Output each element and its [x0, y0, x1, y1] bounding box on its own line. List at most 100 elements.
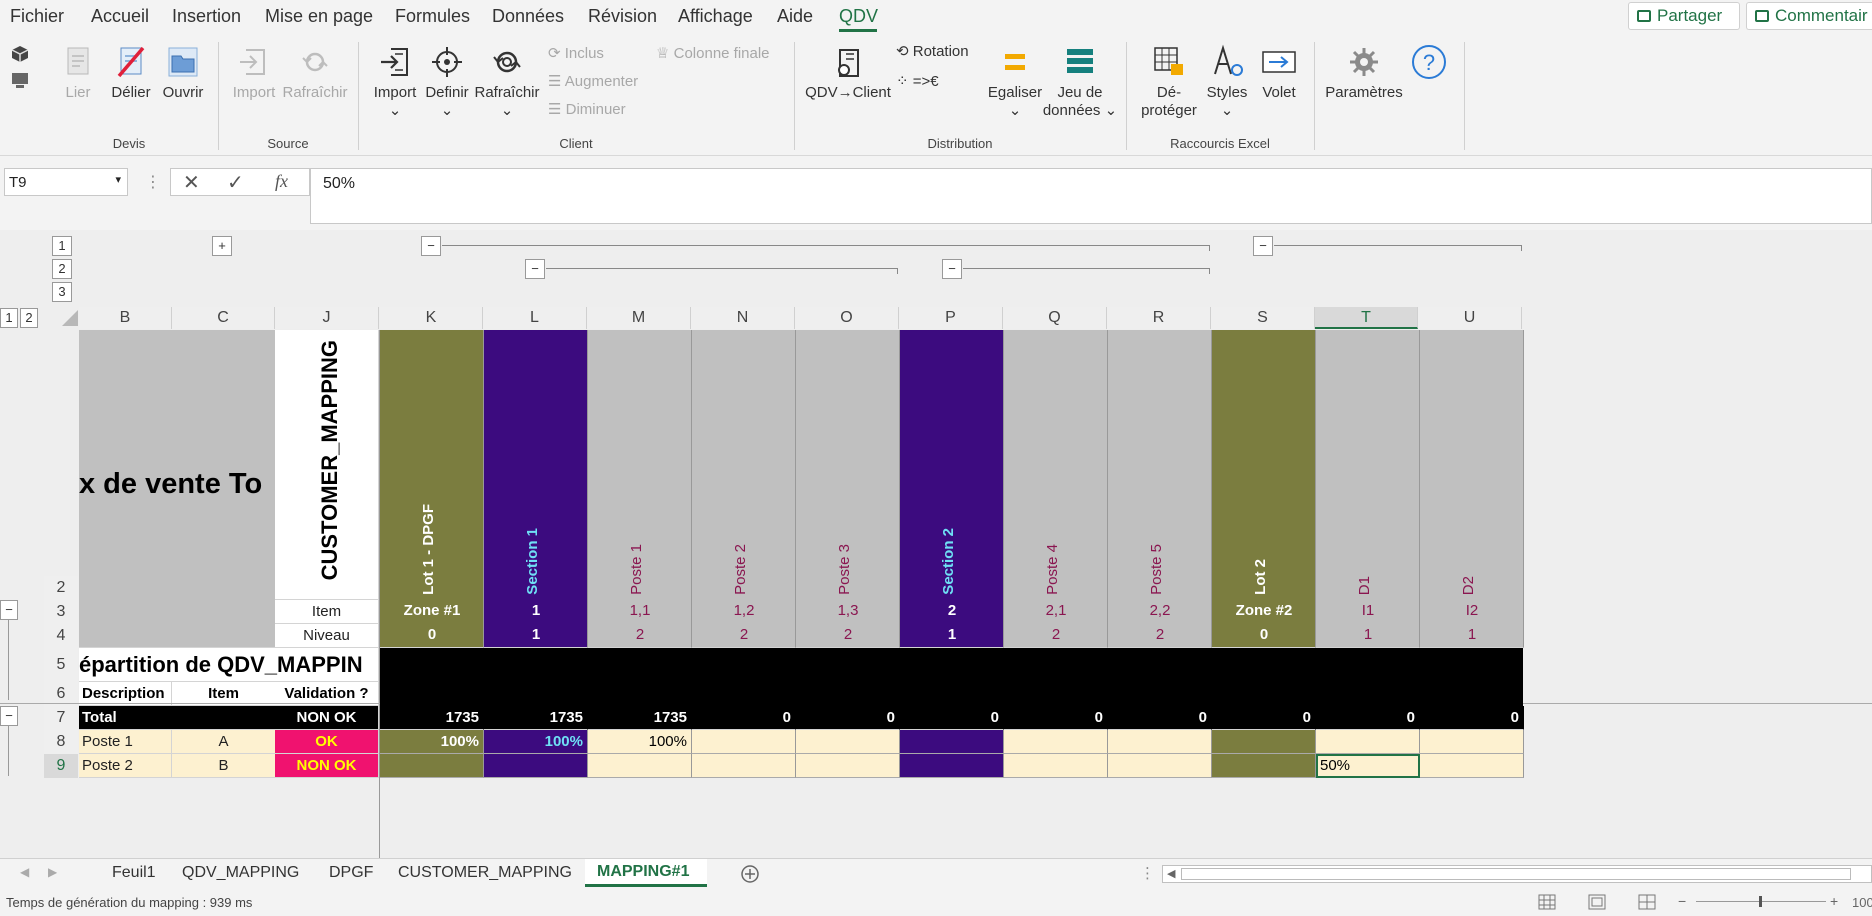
- niveau-label-cell[interactable]: Niveau: [275, 624, 379, 648]
- scroll-left-arrow-icon[interactable]: ◀: [1167, 867, 1175, 880]
- row-header[interactable]: 3: [44, 600, 78, 624]
- qdv-client-button[interactable]: QDV→Client: [804, 44, 892, 102]
- outline-row-level-2-button[interactable]: 2: [20, 308, 38, 328]
- parametres-button[interactable]: Paramètres: [1322, 44, 1406, 102]
- collapse-group-button[interactable]: −: [1253, 236, 1273, 256]
- selected-cell[interactable]: 50%: [1316, 754, 1420, 778]
- qdv-user-icon[interactable]: [10, 70, 30, 90]
- zoom-level[interactable]: 100: [1852, 895, 1872, 910]
- total-value-cell[interactable]: 0: [900, 706, 1004, 730]
- name-box[interactable]: T9 ▾: [4, 168, 128, 196]
- repartition-cell[interactable]: épartition de QDV_MAPPIN: [79, 648, 379, 682]
- menu-insertion[interactable]: Insertion: [172, 6, 241, 27]
- drag-handle-icon[interactable]: ⋮: [145, 172, 161, 192]
- total-value-cell[interactable]: 0: [692, 706, 796, 730]
- mapping-column-header[interactable]: Lot 1 - DPGF Zone #1 0: [380, 330, 484, 648]
- source-refresh-button[interactable]: Rafraîchir: [282, 44, 348, 102]
- total-status-cell[interactable]: NON OK: [275, 706, 379, 730]
- formula-input[interactable]: 50%: [310, 168, 1872, 224]
- distribution-cell[interactable]: [1316, 730, 1420, 754]
- menu-affichage[interactable]: Affichage: [678, 6, 753, 27]
- total-value-cell[interactable]: 0: [1420, 706, 1524, 730]
- column-header[interactable]: M: [587, 307, 691, 329]
- distribution-cell[interactable]: 100%: [588, 730, 692, 754]
- colonne-finale-button[interactable]: ♕ Colonne finale: [656, 44, 770, 62]
- augmenter-button[interactable]: ☰ Augmenter: [548, 72, 638, 90]
- distribution-cell[interactable]: [796, 754, 900, 778]
- outline-level-2-button[interactable]: 2: [52, 259, 72, 279]
- menu-formules[interactable]: Formules: [395, 6, 470, 27]
- row-header[interactable]: 2: [44, 576, 78, 600]
- menu-qdv[interactable]: QDV: [839, 6, 878, 27]
- collapse-rows-button[interactable]: −: [0, 706, 18, 726]
- total-value-cell[interactable]: 0: [1316, 706, 1420, 730]
- distribution-cell[interactable]: 100%: [380, 730, 484, 754]
- zoom-slider-thumb[interactable]: [1759, 896, 1762, 907]
- collapse-group-button[interactable]: −: [525, 259, 545, 279]
- row-header[interactable]: 4: [44, 624, 78, 648]
- column-header[interactable]: L: [483, 307, 587, 329]
- total-label-cell[interactable]: Total: [79, 706, 276, 730]
- zoom-in-icon[interactable]: +: [1830, 893, 1838, 909]
- mapping-column-header[interactable]: Poste 4 2,1 2: [1004, 330, 1108, 648]
- tab-split-handle-icon[interactable]: ⋮: [1140, 864, 1155, 882]
- share-button[interactable]: Partager: [1628, 2, 1740, 30]
- column-header[interactable]: U: [1418, 307, 1522, 329]
- row-header[interactable]: 7: [44, 706, 78, 730]
- distribution-cell[interactable]: 100%: [484, 730, 588, 754]
- outline-level-3-button[interactable]: 3: [52, 282, 72, 302]
- tab-scroll-left-icon[interactable]: ◀: [20, 865, 29, 879]
- distribution-cell[interactable]: [1420, 754, 1524, 778]
- column-header[interactable]: O: [795, 307, 899, 329]
- column-header[interactable]: N: [691, 307, 795, 329]
- row-header[interactable]: 8: [44, 730, 78, 754]
- tab-feuil1[interactable]: Feuil1: [112, 864, 156, 882]
- page-break-view-icon[interactable]: [1638, 894, 1656, 910]
- mapping-column-header[interactable]: Section 1 1 1: [484, 330, 588, 648]
- distribution-cell[interactable]: [796, 730, 900, 754]
- client-definir-button[interactable]: Definir ⌄: [422, 44, 472, 120]
- column-header[interactable]: S: [1211, 307, 1315, 329]
- euro-button[interactable]: ⁘ =>€: [896, 72, 939, 90]
- rotation-button[interactable]: ⟲ Rotation: [896, 42, 969, 60]
- diminuer-button[interactable]: ☰ Diminuer: [548, 100, 626, 118]
- column-header[interactable]: R: [1107, 307, 1211, 329]
- tab-scroll-right-icon[interactable]: ▶: [48, 865, 57, 879]
- distribution-cell[interactable]: [380, 754, 484, 778]
- poste1-desc-cell[interactable]: Poste 1: [79, 730, 172, 754]
- deproteger-button[interactable]: Dé-protéger: [1136, 44, 1202, 120]
- poste2-status-cell[interactable]: NON OK: [275, 754, 379, 778]
- comments-button[interactable]: Commentair: [1746, 2, 1872, 30]
- total-value-cell[interactable]: 1735: [380, 706, 484, 730]
- source-import-button[interactable]: Import: [228, 44, 280, 102]
- mapping-column-header[interactable]: D2 I2 1: [1420, 330, 1524, 648]
- volet-button[interactable]: Volet: [1254, 44, 1304, 102]
- column-header[interactable]: P: [899, 307, 1003, 329]
- mapping-column-header[interactable]: Section 2 2 1: [900, 330, 1004, 648]
- item-label-cell[interactable]: Item: [275, 600, 379, 624]
- styles-button[interactable]: Styles ⌄: [1200, 44, 1254, 120]
- qdv-cube-icon[interactable]: [10, 44, 30, 64]
- zoom-out-icon[interactable]: −: [1678, 893, 1686, 909]
- menu-aide[interactable]: Aide: [777, 6, 813, 27]
- expand-group-button[interactable]: +: [212, 236, 232, 256]
- add-sheet-icon[interactable]: [740, 864, 760, 884]
- ouvrir-button[interactable]: Ouvrir: [160, 44, 206, 102]
- mapping-column-header[interactable]: Poste 3 1,3 2: [796, 330, 900, 648]
- total-value-cell[interactable]: 0: [1004, 706, 1108, 730]
- normal-view-icon[interactable]: [1538, 894, 1556, 910]
- column-header[interactable]: C: [172, 307, 275, 329]
- column-header[interactable]: B: [79, 307, 172, 329]
- page-layout-view-icon[interactable]: [1588, 894, 1606, 910]
- menu-accueil[interactable]: Accueil: [91, 6, 149, 27]
- mapping-column-header[interactable]: Poste 2 1,2 2: [692, 330, 796, 648]
- distribution-cell[interactable]: [1108, 730, 1212, 754]
- distribution-cell[interactable]: [1212, 730, 1316, 754]
- tab-dpgf[interactable]: DPGF: [329, 864, 373, 882]
- distribution-cell[interactable]: [588, 754, 692, 778]
- distribution-cell[interactable]: [1212, 754, 1316, 778]
- inclus-button[interactable]: ⟳ Inclus: [548, 44, 604, 62]
- total-value-cell[interactable]: 1735: [588, 706, 692, 730]
- row-header[interactable]: 5: [44, 648, 78, 682]
- client-refresh-button[interactable]: Rafraîchir ⌄: [474, 44, 540, 120]
